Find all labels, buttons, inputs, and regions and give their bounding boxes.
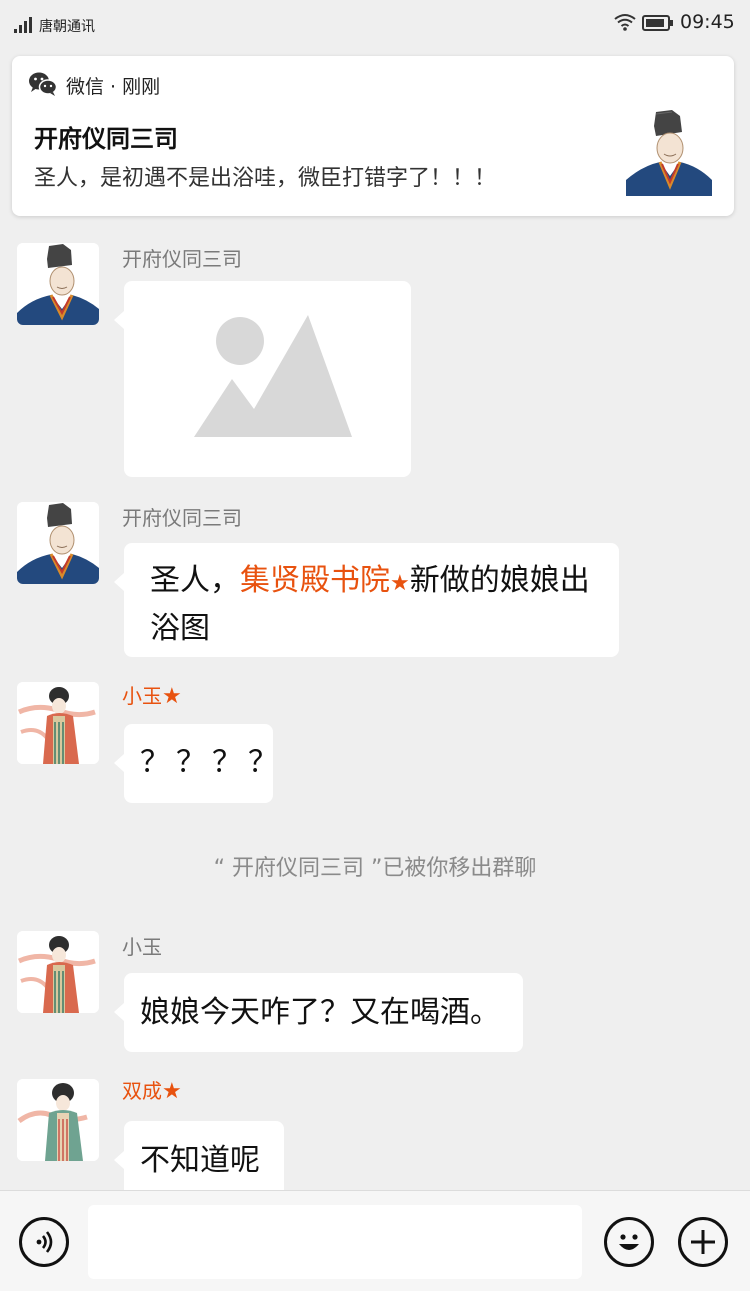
notification-title: 开府仪同三司 — [34, 125, 178, 153]
notification-body: 圣人，是初遇不是出浴哇，微臣打错字了！！！ — [34, 166, 497, 191]
sender-name: 双成★ — [122, 1079, 182, 1104]
official-avatar[interactable] — [17, 243, 99, 325]
system-message: “ 开府仪同三司 ”已被你移出群聊 — [213, 856, 537, 881]
maid-avatar[interactable] — [17, 1079, 99, 1161]
plus-icon — [691, 1230, 715, 1254]
highlight-text: 集贤殿书院 — [240, 563, 390, 598]
sender-name: 开府仪同三司 — [122, 247, 242, 271]
official-avatar — [626, 110, 712, 196]
wifi-icon — [614, 14, 636, 31]
wechat-icon — [29, 72, 58, 96]
maid-avatar[interactable] — [17, 682, 99, 764]
image-placeholder-icon — [194, 315, 352, 437]
star-icon: ★ — [162, 1079, 182, 1104]
message-input[interactable] — [88, 1205, 582, 1279]
text-message[interactable]: ？？？？ — [114, 724, 278, 803]
official-avatar[interactable] — [17, 502, 99, 584]
message-text: 圣人， — [150, 563, 240, 598]
carrier-name: 唐朝通讯 — [39, 19, 95, 35]
sender-name: 小玉 — [122, 935, 162, 959]
maid-avatar[interactable] — [17, 931, 99, 1013]
message-notification[interactable]: 微信 · 刚刚 开府仪同三司 圣人，是初遇不是出浴哇，微臣打错字了！！！ — [12, 56, 734, 216]
notification-app-name: 微信 · 刚刚 — [66, 76, 161, 98]
voice-icon — [36, 1231, 53, 1253]
text-message[interactable]: 圣人，集贤殿书院★新做的娘娘出浴图 — [114, 543, 619, 657]
text-message[interactable]: 娘娘今天咋了？又在喝酒。 — [114, 973, 523, 1052]
input-bar — [0, 1190, 750, 1291]
star-icon: ★ — [162, 684, 182, 709]
image-message[interactable] — [114, 281, 411, 477]
emoji-button[interactable] — [604, 1217, 654, 1267]
chat-screen: 唐朝通讯 09:45 微信 · 刚刚 开府仪同三司 圣人，是初遇不是出浴哇，微臣… — [0, 0, 750, 1291]
status-time: 09:45 — [680, 11, 735, 33]
sender-name: 开府仪同三司 — [122, 506, 242, 530]
signal-icon — [14, 17, 32, 33]
emoji-icon — [619, 1234, 639, 1250]
star-icon: ★ — [390, 571, 410, 596]
sender-name: 小玉★ — [122, 684, 182, 709]
battery-icon — [642, 15, 673, 31]
voice-button[interactable] — [19, 1217, 69, 1267]
plus-button[interactable] — [678, 1217, 728, 1267]
status-bar: 唐朝通讯 09:45 — [0, 0, 750, 48]
text-message[interactable]: 不知道呢 — [114, 1121, 284, 1200]
